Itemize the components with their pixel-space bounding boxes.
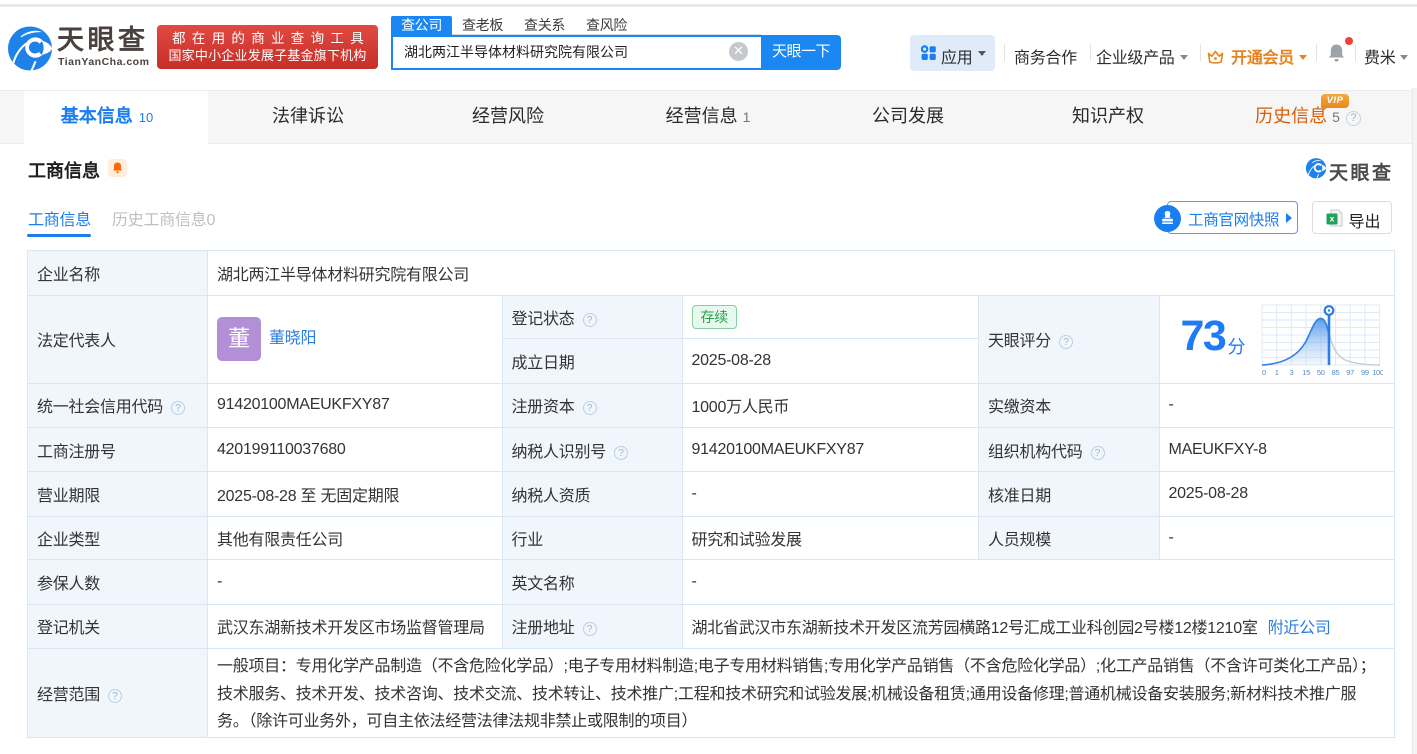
svg-text:1: 1 [1274,368,1278,377]
svg-text:0: 0 [1262,368,1266,377]
svg-text:x: x [1329,213,1334,223]
svg-text:85: 85 [1331,368,1339,377]
svg-text:97: 97 [1346,368,1354,377]
svg-text:99: 99 [1360,368,1368,377]
svg-text:100: 100 [1372,368,1383,377]
svg-text:15: 15 [1302,368,1310,377]
svg-text:3: 3 [1289,368,1293,377]
svg-text:50: 50 [1316,368,1324,377]
